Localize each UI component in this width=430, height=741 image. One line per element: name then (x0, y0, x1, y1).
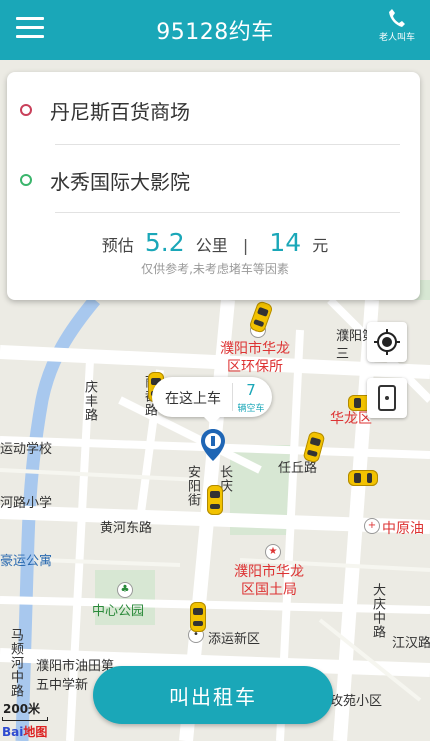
destination-text: 水秀国际大影院 (50, 169, 190, 194)
road-qingfeng: 庆丰路 (82, 380, 97, 422)
locate-button[interactable] (367, 322, 407, 362)
estimate-note: 仅供参考,未考虑堵车等因素 (141, 262, 289, 276)
estimate-prefix: 预估 (101, 236, 134, 255)
distance-value: 5.2 (144, 228, 185, 257)
price-unit: 元 (312, 236, 329, 255)
destination-row[interactable]: 水秀国际大影院 (20, 160, 400, 200)
poi-tianyun: 添运新区 (208, 632, 261, 647)
logo-prefix: Bai (2, 725, 24, 739)
map-scale-bar (2, 717, 48, 721)
taxi-icon (207, 485, 223, 515)
phone-frame-icon (378, 385, 396, 411)
poi-huanbao: 濮阳市华龙 区环保所 (220, 340, 290, 376)
road-madian: 马颊河中路 (8, 628, 23, 698)
fare-estimate: 预估 5.2 公里 | 14 元 (0, 228, 430, 257)
app-header: 95128约车 老人叫车 (0, 0, 430, 60)
origin-row[interactable]: 丹尼斯百货商场 (20, 90, 400, 130)
price-value: 14 (269, 228, 302, 257)
divider (55, 144, 400, 145)
origin-dot-icon (20, 104, 32, 116)
poi-star-icon: ★ (265, 544, 281, 560)
park-icon: ♣ (117, 582, 133, 598)
available-taxi-unit: 辆空车 (237, 404, 265, 414)
pickup-label: 在这上车 (165, 391, 221, 407)
elder-call-button[interactable]: 老人叫车 (374, 8, 420, 43)
destination-dot-icon (20, 174, 32, 186)
taxi-icon (190, 602, 206, 632)
poi-huanbao-text: 濮阳市华龙 区环保所 (220, 341, 290, 375)
available-taxi-count: 7 (246, 381, 256, 399)
phone-view-button[interactable] (367, 378, 407, 418)
poi-xiaoxue: 河路小学 (0, 496, 53, 511)
poi-guotu-text: 濮阳市华龙 区国土局 (234, 564, 304, 598)
poi-gongyuan: 中心公园 (92, 604, 145, 619)
hospital-icon: + (364, 518, 380, 534)
poi-yundong: 运动学校 (0, 442, 53, 457)
elder-call-label: 老人叫车 (378, 33, 415, 43)
locate-icon (374, 329, 400, 355)
call-taxi-button[interactable]: 叫出租车 (93, 666, 333, 724)
origin-text: 丹尼斯百货商场 (50, 99, 190, 124)
phone-icon (389, 9, 405, 27)
estimate-separator: | (242, 236, 249, 255)
logo-suffix: 地图 (23, 725, 48, 739)
poi-guotu: 濮阳市华龙 区国土局 (234, 563, 304, 599)
page-title: 95128约车 (156, 20, 274, 45)
map-scale-label: 200米 (3, 702, 41, 716)
poi-gongyu: 豪运公寓 (0, 554, 53, 569)
poi-zhongyuan: 中原油 (382, 521, 424, 537)
divider (55, 212, 400, 213)
road-anyang: 安阳街 (185, 465, 200, 507)
poi-huanglong-qu: 华龙区 (330, 411, 372, 427)
pickup-pin-icon (201, 429, 225, 461)
pickup-bubble[interactable]: 在这上车 7 辆空车 (152, 377, 272, 425)
road-daqing: 大庆中路 (370, 583, 385, 639)
distance-unit: 公里 (195, 236, 228, 255)
map-provider-logo: Bai地图 (2, 723, 47, 740)
poi-meiyuan: 玫苑小区 (330, 694, 383, 709)
road-jianghan: 江汉路 (392, 636, 430, 651)
road-huanghe: 黄河东路 (100, 521, 153, 536)
taxi-icon (348, 470, 378, 486)
